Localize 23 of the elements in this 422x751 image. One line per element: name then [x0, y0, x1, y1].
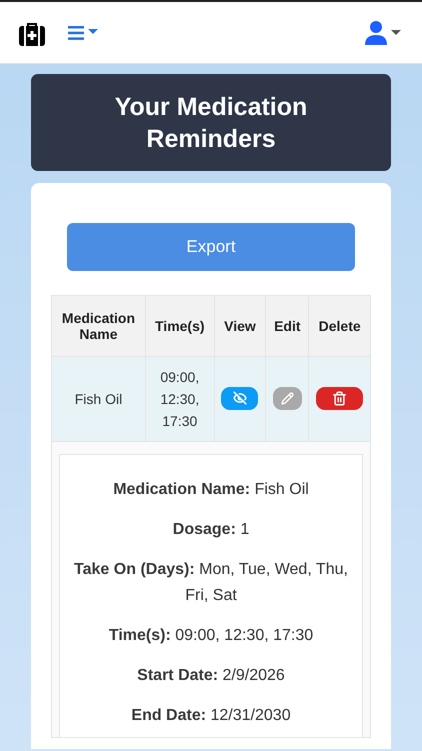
detail-line: Medication Name: Fish Oil [112, 480, 310, 500]
detail-line: Time(s): 09:00, 12:30, 17:30 [108, 626, 314, 646]
detail-line: Take On (Days): Mon, Tue, Wed, Thu, Fri, Sat [74, 560, 348, 606]
column-header: Edit [266, 296, 309, 356]
table-cell: Fish Oil [52, 356, 146, 442]
edit-button[interactable] [272, 387, 302, 410]
column-header: Delete [308, 296, 370, 356]
delete-button[interactable] [316, 386, 364, 410]
pencil-icon [280, 392, 294, 405]
eye-slash-icon [232, 391, 247, 406]
column-header: View [214, 296, 266, 356]
detail-line: Dosage: 1 [172, 520, 250, 540]
menu-button[interactable] [68, 26, 99, 40]
user-menu-button[interactable] [365, 20, 402, 44]
table-cell: 09:00, 12:30, 17:30 [145, 356, 214, 442]
column-header: Time(s) [145, 296, 214, 356]
column-header: Medication Name [52, 296, 146, 356]
detail-line: Start Date: 2/9/2026 [136, 666, 286, 686]
page-title: Your Medication Reminders [31, 74, 391, 171]
view-button[interactable] [221, 386, 258, 410]
trash-icon [332, 390, 348, 406]
detail-line: End Date: 12/31/2030 [130, 706, 292, 726]
export-button[interactable]: Export [67, 223, 355, 271]
